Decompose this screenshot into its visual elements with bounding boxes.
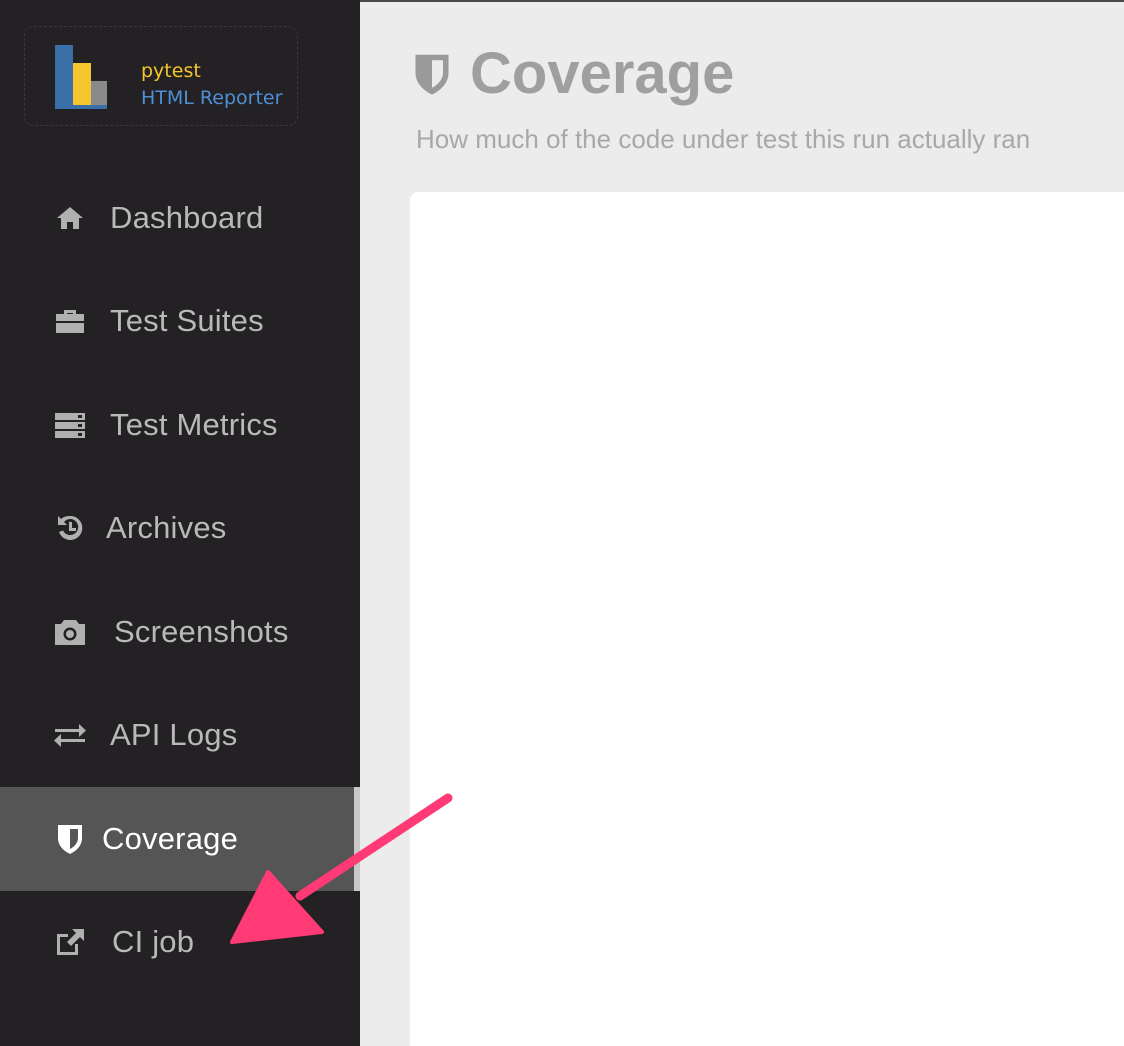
sidebar-item-api-logs[interactable]: API Logs (0, 684, 360, 788)
sidebar-item-test-suites[interactable]: Test Suites (0, 270, 360, 374)
history-icon (52, 510, 88, 546)
sidebar-item-ci-job[interactable]: CI job (0, 891, 360, 995)
sidebar: pytest HTML Reporter Dashboard Test Suit… (0, 0, 360, 1046)
sidebar-item-screenshots[interactable]: Screenshots (0, 580, 360, 684)
sidebar-item-label: Dashboard (110, 199, 264, 235)
shield-icon (52, 821, 88, 857)
logo-text: pytest HTML Reporter (141, 57, 282, 113)
sidebar-item-label: Screenshots (114, 613, 289, 649)
sidebar-item-label: Test Metrics (110, 406, 278, 442)
page-subtitle: How much of the code under test this run… (416, 124, 1031, 154)
sidebar-item-archives[interactable]: Archives (0, 477, 360, 581)
server-icon (52, 407, 88, 443)
sidebar-item-label: Archives (106, 510, 227, 546)
page-title-text: Coverage (470, 41, 735, 106)
logo-line-1: pytest (141, 60, 201, 82)
sidebar-nav: Dashboard Test Suites Test Metrics Archi… (0, 166, 360, 994)
sidebar-item-label: API Logs (110, 717, 238, 753)
sidebar-item-test-metrics[interactable]: Test Metrics (0, 373, 360, 477)
external-link-icon (52, 924, 88, 960)
briefcase-icon (52, 303, 88, 339)
camera-icon (52, 614, 88, 650)
logo-bars-icon (55, 45, 107, 109)
main-content: Coverage How much of the code under test… (360, 0, 1124, 1046)
logo-line-2: HTML Reporter (141, 87, 283, 109)
coverage-content-panel (410, 192, 1124, 1046)
sidebar-item-label: Test Suites (110, 303, 264, 339)
home-icon (52, 200, 88, 236)
shield-icon (414, 52, 450, 96)
sidebar-item-label: Coverage (102, 820, 239, 856)
sidebar-item-label: CI job (112, 924, 195, 960)
sidebar-item-coverage[interactable]: Coverage (0, 787, 360, 891)
exchange-icon (52, 717, 88, 753)
logo[interactable]: pytest HTML Reporter (24, 26, 298, 126)
page-title: Coverage (414, 40, 734, 107)
sidebar-item-dashboard[interactable]: Dashboard (0, 166, 360, 270)
